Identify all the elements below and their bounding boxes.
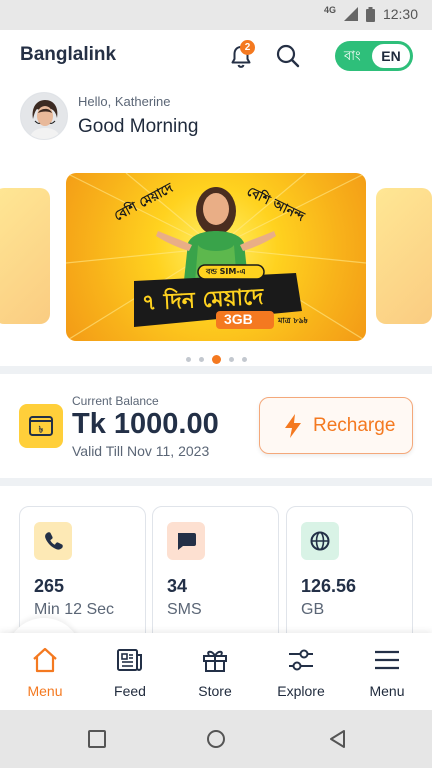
network-type: 4G: [323, 5, 336, 15]
promo-banner[interactable]: বেশি মেয়াদে বেশি আনন্দ বন্ড SIM-এ ৭ দিন…: [66, 173, 366, 341]
status-bar: 4G 12:30: [0, 0, 432, 30]
lightning-icon: [285, 414, 301, 438]
nav-item-menu[interactable]: Menu: [344, 633, 430, 710]
carousel-dot[interactable]: [198, 357, 204, 363]
sms-value: 34: [167, 576, 188, 596]
svg-text:৳: ৳: [39, 426, 44, 436]
usage-summary: 265 Min 12 Sec 34 SMS 126.56 GB: [0, 486, 432, 646]
nav-label: Feed: [114, 683, 146, 699]
data-unit: GB: [301, 601, 325, 618]
recharge-label: Recharge: [313, 415, 396, 436]
carousel-indicator: [0, 351, 432, 369]
banner-price: মাত্র ৮৯৳: [278, 316, 308, 325]
nav-label: Menu: [27, 683, 63, 699]
balance-amount: Tk 1000.00: [72, 408, 219, 440]
system-navigation-bar: [0, 710, 432, 768]
banner-pill-text: বন্ড SIM-এ: [206, 267, 246, 276]
home-circle-icon[interactable]: [205, 728, 227, 750]
home-icon: [33, 647, 57, 673]
carousel-dot-active[interactable]: [211, 355, 221, 365]
nav-item-explore[interactable]: Explore: [258, 633, 344, 710]
sms-unit: SMS: [167, 601, 202, 618]
nav-label: Menu: [369, 683, 405, 699]
carousel-dot[interactable]: [185, 357, 191, 363]
lang-bangla-option[interactable]: বাং: [344, 47, 361, 68]
feed-icon: [117, 649, 142, 671]
nav-label: Explore: [277, 683, 325, 699]
app-title: Banglalink: [20, 44, 117, 65]
back-icon[interactable]: [327, 728, 349, 750]
signal-icon: [343, 7, 358, 21]
explore-icon: [289, 649, 313, 671]
balance-card: ৳ Current Balance Tk 1000.00 Valid Till …: [0, 374, 432, 478]
bottom-navigation: Menu Feed Store Explore Menu: [0, 633, 432, 710]
store-icon: [203, 650, 227, 672]
carousel-dot[interactable]: [241, 357, 247, 363]
usage-card-data[interactable]: 126.56 GB: [286, 506, 413, 646]
wallet-icon: ৳: [19, 404, 63, 448]
nav-label: Store: [198, 683, 232, 699]
carousel-dot[interactable]: [228, 357, 234, 363]
lang-english-option[interactable]: EN: [372, 44, 410, 68]
balance-label: Current Balance: [72, 394, 159, 408]
globe-icon: [301, 522, 339, 560]
search-icon[interactable]: [274, 42, 302, 70]
user-avatar[interactable]: [20, 92, 68, 140]
balance-validity: Valid Till Nov 11, 2023: [72, 443, 210, 459]
notification-badge: 2: [240, 40, 255, 55]
data-value: 126.56: [301, 576, 357, 596]
language-toggle[interactable]: বাং EN: [335, 41, 413, 71]
minutes-value: 265: [34, 576, 65, 596]
minutes-unit: Min 12 Sec: [34, 601, 115, 618]
status-time: 12:30: [382, 6, 418, 22]
hamburger-icon: [375, 650, 399, 670]
battery-icon: [365, 6, 375, 22]
banner-data-pack: 3GB: [224, 311, 253, 327]
nav-item-feed[interactable]: Feed: [87, 633, 173, 710]
recents-icon[interactable]: [86, 728, 108, 750]
promo-carousel[interactable]: বেশি মেয়াদে বেশি আনন্দ বন্ড SIM-এ ৭ দিন…: [0, 158, 432, 366]
nav-item-home[interactable]: Menu: [2, 633, 88, 710]
recharge-button[interactable]: Recharge: [259, 397, 413, 454]
salutation-text: Good Morning: [78, 116, 199, 137]
next-banner-peek[interactable]: [376, 188, 432, 324]
sms-icon: [167, 522, 205, 560]
usage-card-sms[interactable]: 34 SMS: [152, 506, 279, 646]
nav-item-store[interactable]: Store: [172, 633, 258, 710]
phone-icon: [34, 522, 72, 560]
previous-banner-peek[interactable]: [0, 188, 50, 324]
greeting-text: Hello, Katherine: [78, 94, 171, 109]
